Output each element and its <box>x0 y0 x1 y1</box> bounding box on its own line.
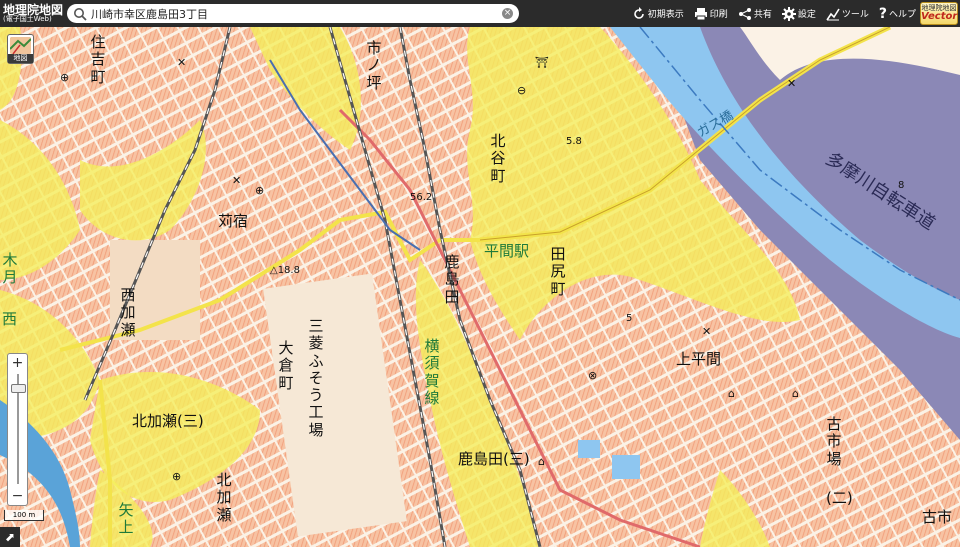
label-ichinotsubo: 市ノ坪 <box>366 39 382 92</box>
label-yokosuka-line: 横須賀線 <box>424 337 440 407</box>
search-icon <box>74 7 87 21</box>
label-yagami: 矢上 <box>118 501 134 537</box>
reset-view-label: 初期表示 <box>647 10 684 20</box>
label-kamihirama: 上平間 <box>676 350 722 368</box>
zoom-slider-handle[interactable] <box>11 384 26 394</box>
printer-icon <box>694 7 707 20</box>
label-tajiri: 田尻町 <box>550 245 566 298</box>
chart-tool-icon <box>826 8 840 20</box>
label-elev-5-8: 5.8 <box>566 136 582 147</box>
vector-map-button[interactable]: 地理院地図 Vector <box>920 2 958 25</box>
zoom-out-button[interactable]: − <box>8 488 27 504</box>
tools-label: ツール <box>841 10 869 20</box>
shrine-symbol-3: ⌂ <box>792 387 799 400</box>
top-toolbar: 地理院地図 (電子国土Web) × 初期表示 印刷 共有 設定 ツール ? <box>0 0 960 27</box>
post-office-symbol: ⊕ <box>60 71 70 84</box>
label-elev-18-8: △18.8 <box>270 265 300 276</box>
tools-button[interactable]: ツール <box>826 7 869 21</box>
zoom-control: + − <box>7 353 28 506</box>
expand-corner-icon[interactable]: ⬈ <box>0 527 20 547</box>
label-elev-8: 8 <box>898 180 905 191</box>
label-elev-5: 5 <box>626 313 633 324</box>
gear-icon <box>781 6 796 21</box>
label-hirama-station: 平間駅 <box>484 242 530 260</box>
search-box[interactable]: × <box>67 4 519 23</box>
help-icon: ? <box>878 5 887 22</box>
refresh-icon <box>633 6 644 19</box>
label-furuichiba: 古市場 <box>826 415 842 468</box>
label-kashimada-3: 鹿島田(三) <box>458 450 530 468</box>
label-elev-56-2: 56.2 <box>410 192 433 203</box>
zoom-in-button[interactable]: + <box>8 355 27 371</box>
label-furuichi: 古市 <box>922 508 953 526</box>
scale-bar: 100 m <box>4 510 44 521</box>
share-button[interactable]: 共有 <box>738 7 772 21</box>
shrine-symbol-2: ⌂ <box>728 387 735 400</box>
settings-button[interactable]: 設定 <box>781 6 816 21</box>
toolbar-buttons: 初期表示 印刷 共有 設定 ツール ? ヘルプ <box>632 0 916 27</box>
clear-search-icon[interactable]: × <box>502 8 513 19</box>
school-symbol: ⊖ <box>517 84 527 97</box>
share-label: 共有 <box>753 10 772 20</box>
label-kizuki: 木月 <box>2 251 18 287</box>
shrine-symbol: ⛩ <box>535 56 549 69</box>
police-symbol-2: ✕ <box>702 325 712 338</box>
label-okura: 大倉町 <box>278 339 294 392</box>
label-kitakase: 北加瀬 <box>216 471 232 524</box>
police-symbol: ✕ <box>232 174 242 187</box>
print-button[interactable]: 印刷 <box>694 7 728 21</box>
label-sumiyoshi: 住吉町 <box>90 33 106 86</box>
help-label: ヘルプ <box>888 10 916 20</box>
post-office-symbol-2: ⊕ <box>255 184 265 197</box>
crossing-symbol: ✕ <box>787 77 797 90</box>
label-mitsubishi: 三菱ふそう工場 <box>308 317 324 439</box>
settings-label: 設定 <box>797 10 816 20</box>
basemap-thumbnail <box>10 37 31 54</box>
print-label: 印刷 <box>709 10 728 20</box>
label-furuichiba-2: (二) <box>826 489 853 507</box>
app-logo[interactable]: 地理院地図 (電子国土Web) <box>0 4 67 23</box>
vector-button-line2: Vector <box>921 11 958 22</box>
basemap-label: 地図 <box>8 54 33 63</box>
reset-view-button[interactable]: 初期表示 <box>632 6 684 21</box>
temple-symbol: ✕ <box>177 56 187 69</box>
label-kitakase-3: 北加瀬(三) <box>132 412 204 430</box>
help-button[interactable]: ? ヘルプ <box>879 6 916 22</box>
substation-symbol: ⌂ <box>538 455 545 468</box>
search-input[interactable] <box>91 7 502 20</box>
label-nishi: 西 <box>2 310 18 328</box>
label-nishikase: 西加瀬 <box>120 286 136 339</box>
share-icon <box>738 7 751 20</box>
label-kariyado: 苅宿 <box>218 212 249 230</box>
post-office-symbol-3: ⊕ <box>172 470 182 483</box>
label-kitaya: 北谷町 <box>490 132 506 185</box>
app-logo-subtitle: (電子国土Web) <box>3 15 52 23</box>
basemap-switch-button[interactable]: 地図 <box>7 34 34 64</box>
label-kashimada: 鹿島田 <box>444 253 460 306</box>
school-symbol-2: ⊗ <box>588 369 598 382</box>
